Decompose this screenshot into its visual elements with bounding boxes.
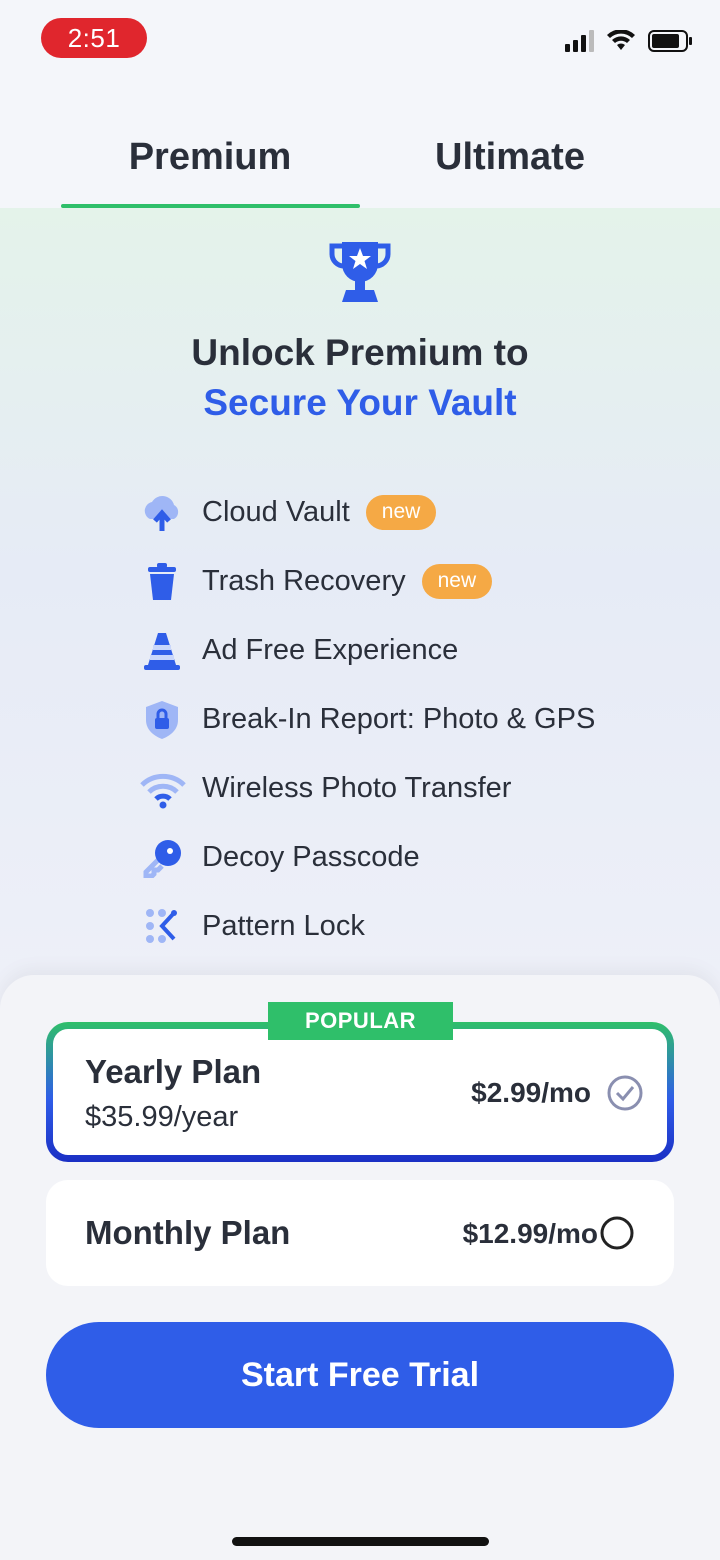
trash-icon <box>140 560 192 604</box>
plan-tabs: Premium Ultimate <box>0 108 720 208</box>
plan-name: Yearly Plan <box>85 1053 262 1090</box>
wifi-icon <box>140 767 192 811</box>
hero-headline: Unlock Premium to Secure Your Vault <box>0 328 720 428</box>
status-icons <box>565 30 694 52</box>
home-indicator <box>232 1537 489 1546</box>
new-badge: new <box>365 495 437 530</box>
status-time: 2:51 <box>41 18 147 58</box>
feature-trash-recovery: Trash Recovery new <box>140 547 680 616</box>
feature-label: Wireless Photo Transfer <box>202 772 512 804</box>
headline-line1: Unlock Premium to <box>191 332 529 373</box>
plan-yearly-price: $35.99/year <box>85 1101 239 1133</box>
feature-label: Ad Free Experience <box>202 634 459 666</box>
trophy-icon <box>329 242 391 302</box>
plan-monthly-equivalent: $2.99/mo <box>471 1077 591 1108</box>
feature-ad-free: Ad Free Experience <box>140 616 680 685</box>
status-bar: 2:51 <box>0 0 720 80</box>
feature-label: Cloud Vault <box>202 496 350 528</box>
tab-ultimate[interactable]: Ultimate <box>360 136 660 179</box>
feature-decoy-passcode: Decoy Passcode <box>140 823 680 892</box>
pattern-grid-icon <box>140 905 192 949</box>
popular-badge: POPULAR <box>268 1002 453 1040</box>
cloud-upload-icon <box>140 491 192 535</box>
feature-label: Break-In Report: Photo & GPS <box>202 703 596 735</box>
yearly-plan-option[interactable]: Yearly Plan $35.99/year $2.99/mo <box>46 1022 674 1162</box>
cellular-signal-icon <box>565 30 594 52</box>
plan-sheet: POPULAR Yearly Plan $35.99/year $2.99/mo… <box>0 975 720 1560</box>
feature-pattern-lock: Pattern Lock <box>140 892 680 961</box>
shield-lock-icon <box>140 698 192 742</box>
plan-price: $12.99/mo <box>462 1218 598 1249</box>
feature-label: Decoy Passcode <box>202 841 420 873</box>
premium-hero: Unlock Premium to Secure Your Vault Clou… <box>0 208 720 1008</box>
headline-line2: Secure Your Vault <box>203 382 517 423</box>
feature-list: Cloud Vault new Trash Recovery new Ad Fr… <box>140 478 680 961</box>
feature-wireless-transfer: Wireless Photo Transfer <box>140 754 680 823</box>
tab-premium[interactable]: Premium <box>60 136 360 179</box>
feature-label: Trash Recovery <box>202 565 406 597</box>
check-circle-icon <box>607 1075 643 1111</box>
start-free-trial-button[interactable]: Start Free Trial <box>46 1322 674 1428</box>
feature-cloud-vault: Cloud Vault new <box>140 478 680 547</box>
feature-break-in-report: Break-In Report: Photo & GPS <box>140 685 680 754</box>
battery-icon <box>648 30 692 52</box>
traffic-cone-icon <box>140 629 192 673</box>
new-badge: new <box>421 564 493 599</box>
radio-circle-icon <box>600 1216 634 1250</box>
plan-name: Monthly Plan <box>85 1214 291 1251</box>
key-icon <box>140 836 192 880</box>
feature-label: Pattern Lock <box>202 910 365 942</box>
monthly-plan-option[interactable]: Monthly Plan $12.99/mo <box>46 1180 674 1286</box>
wifi-status-icon <box>607 30 635 50</box>
